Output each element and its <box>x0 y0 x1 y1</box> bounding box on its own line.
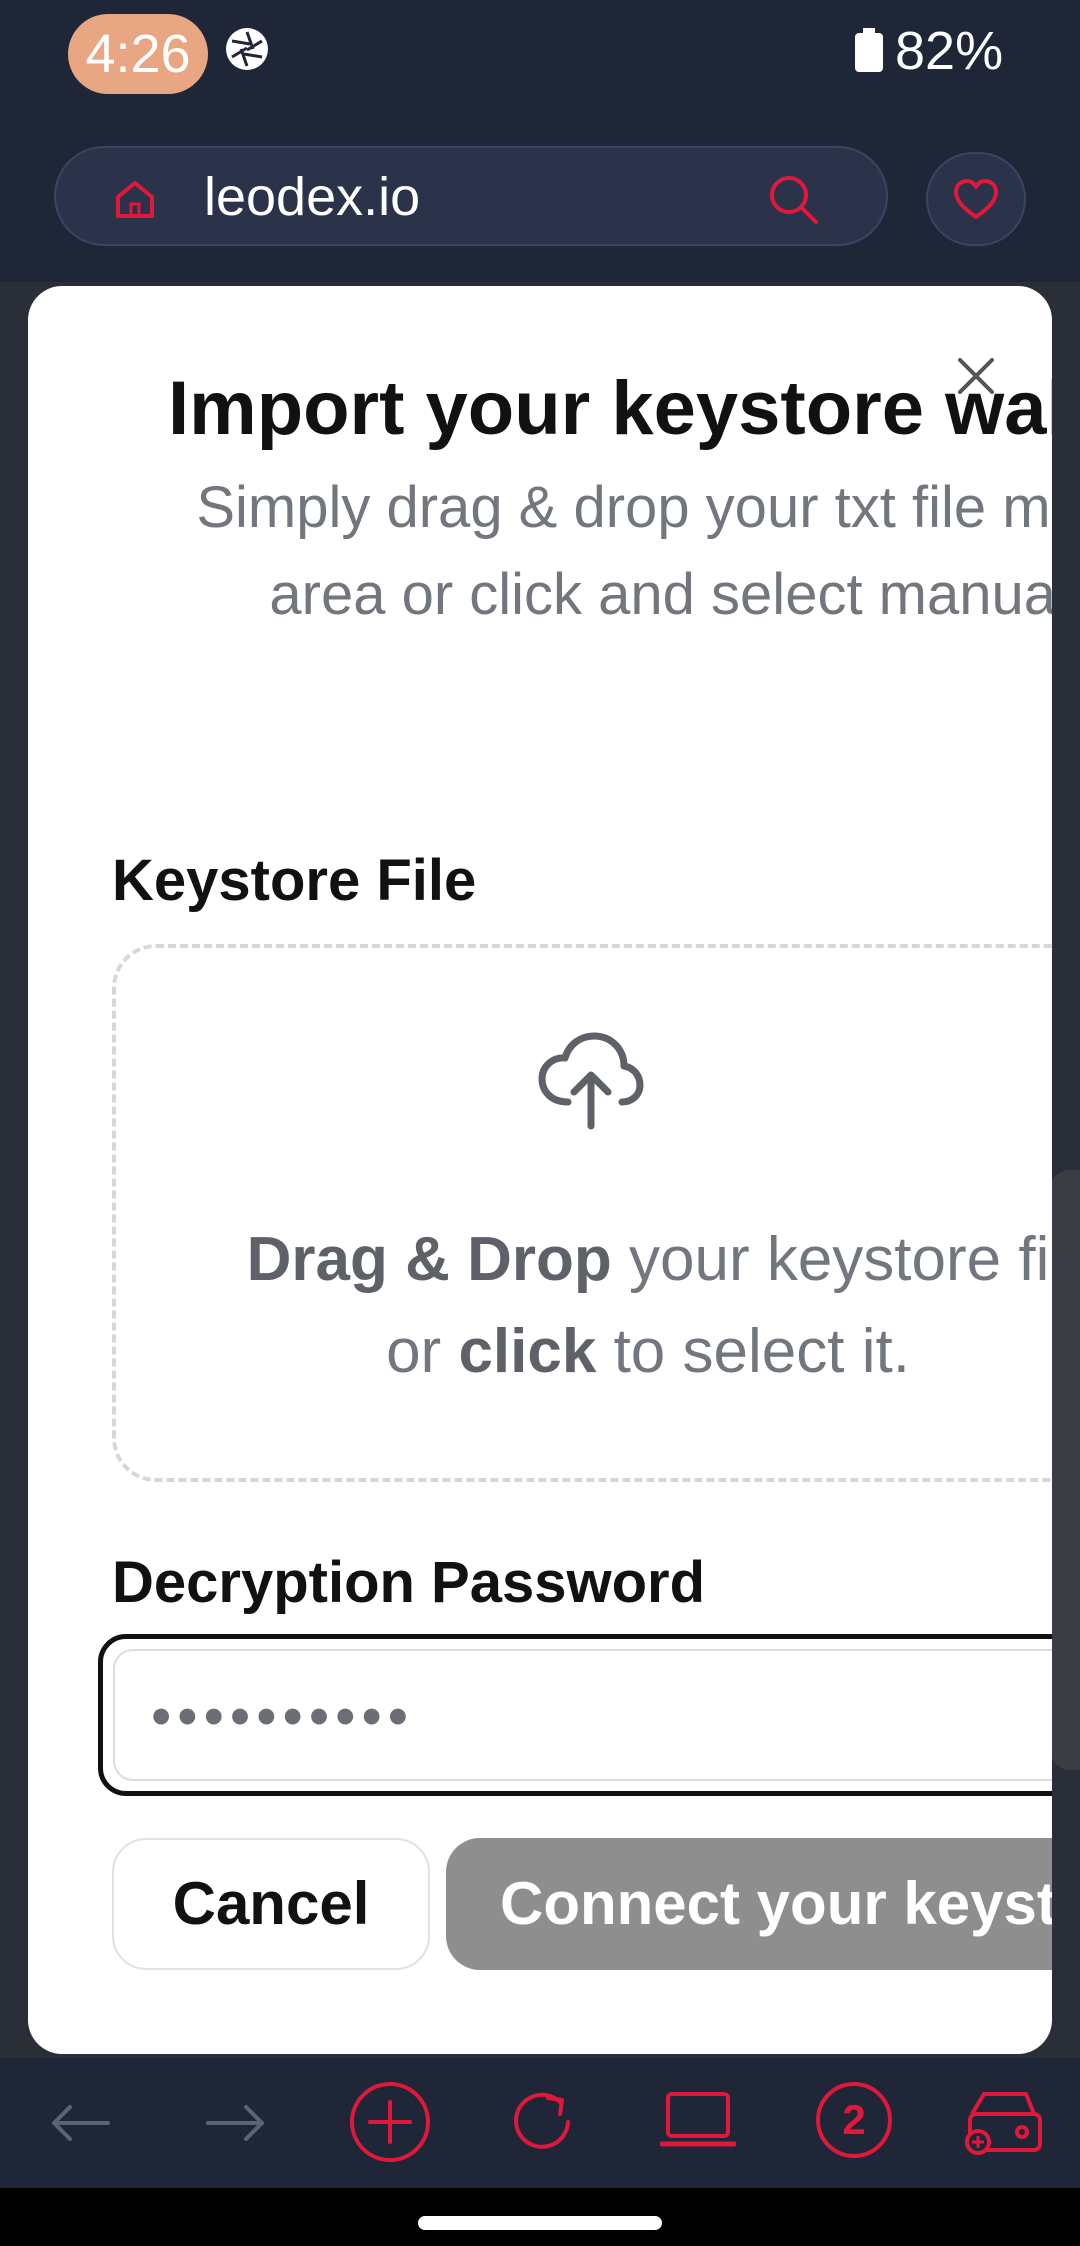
connect-keystore-button[interactable]: Connect your keyst <box>446 1838 1052 1970</box>
tab-count: 2 <box>842 2096 865 2143</box>
back-arrow-icon[interactable] <box>46 2088 116 2163</box>
forward-arrow-icon[interactable] <box>200 2088 270 2163</box>
keystore-dropzone[interactable] <box>112 944 1052 1482</box>
decryption-password-label: Decryption Password <box>112 1550 706 1615</box>
click-bold-text: click <box>458 1317 597 1386</box>
keystore-file-label: Keystore File <box>112 848 477 913</box>
import-keystore-modal: Import your keystore wal Simply drag & d… <box>28 286 1052 2054</box>
heart-icon <box>954 179 998 219</box>
drop-text-1: your keystore fi <box>611 1225 1050 1294</box>
drop-text-3: to select it. <box>596 1317 910 1386</box>
home-icon[interactable] <box>112 176 158 227</box>
dropzone-instructions: Drag & Drop your keystore fi or click to… <box>198 1214 1052 1398</box>
password-value[interactable]: •••••••••• <box>151 1677 414 1757</box>
status-time: 4:26 <box>68 14 208 94</box>
desktop-icon[interactable] <box>659 2088 737 2159</box>
battery-icon <box>855 28 883 77</box>
browser-toolbar: 2 <box>0 2058 1080 2188</box>
url-text[interactable]: leodex.io <box>204 158 420 236</box>
address-bar[interactable]: leodex.io <box>54 146 888 246</box>
page-backdrop-strip <box>1050 1170 1080 1770</box>
cancel-button[interactable]: Cancel <box>112 1838 430 1970</box>
reload-icon[interactable] <box>508 2084 578 2163</box>
password-input[interactable]: •••••••••• <box>98 1634 1052 1796</box>
favorite-button[interactable] <box>926 152 1026 246</box>
cloud-upload-icon <box>536 1030 646 1135</box>
tabs-count-icon[interactable]: 2 <box>814 2080 894 2165</box>
drop-text-2: or <box>386 1317 459 1386</box>
modal-subtitle: Simply drag & drop your txt file marked … <box>196 475 1052 627</box>
wallet-icon[interactable] <box>964 2084 1044 2163</box>
gesture-handle[interactable] <box>418 2216 662 2230</box>
battery-percent: 82% <box>895 21 1004 81</box>
new-tab-icon[interactable] <box>348 2080 432 2169</box>
modal-title: Import your keystore wal <box>168 366 1052 451</box>
status-bar: 4:26 82% <box>0 0 1080 140</box>
drop-bold-text: Drag & Drop <box>246 1225 612 1294</box>
aperture-icon <box>222 24 272 79</box>
search-icon[interactable] <box>766 172 820 231</box>
